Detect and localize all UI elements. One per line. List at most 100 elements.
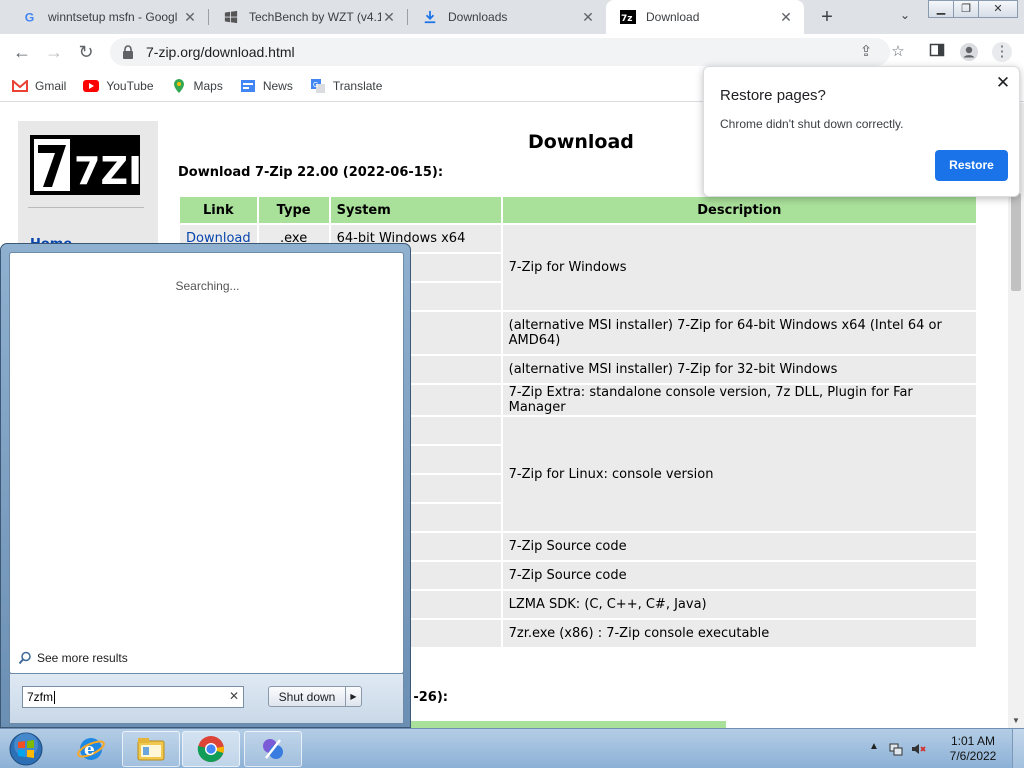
forward-button[interactable]: → [42,40,66,64]
restore-message: Chrome didn't shut down correctly. [720,117,904,131]
restore-pages-dialog: Restore pages? Chrome didn't shut down c… [703,66,1020,197]
bookmark-label: Gmail [35,78,67,93]
close-icon[interactable]: ✕ [993,73,1013,93]
tab-search-icon[interactable]: ⌄ [896,8,914,26]
back-button[interactable]: ← [10,40,34,64]
shutdown-label: Shut down [278,689,336,704]
description-cell: 7-Zip Source code [502,562,976,589]
description-cell: 7zr.exe (x86) : 7-Zip console executable [502,620,976,647]
bookmark-star-icon[interactable]: ☆ [888,42,908,62]
tab-techbench[interactable]: TechBench by WZT (v4.1. ✕ [209,0,407,34]
new-tab-button[interactable]: + [816,6,838,28]
7zip-favicon: 7z [620,9,636,25]
reload-button[interactable]: ↻ [74,40,98,64]
clock-time: 1:01 AM [950,734,996,748]
header-description: Description [502,197,976,223]
page-title: Download [528,131,634,153]
bookmark-label: Maps [193,78,223,93]
show-desktop-button[interactable] [1012,729,1024,768]
browser-toolbar: ← → ↻ 7-zip.org/download.html ⇪ ☆ ⋮ [0,34,1024,70]
shutdown-options-arrow-icon[interactable]: ▶ [345,687,361,706]
chrome-icon[interactable] [182,731,240,767]
internet-explorer-icon[interactable]: e [62,731,120,767]
profile-avatar-icon[interactable] [959,42,979,62]
close-tab-icon[interactable]: ✕ [381,9,397,26]
gmail-icon [12,78,28,94]
bookmark-label: YouTube [106,78,154,93]
clear-search-icon[interactable]: ✕ [229,689,239,703]
header-system: System [330,197,501,223]
system-clock[interactable]: 1:01 AM 7/6/2022 [940,734,1006,764]
sidebar-divider [28,207,144,208]
description-cell: 7-Zip Source code [502,533,976,560]
address-bar[interactable]: 7-zip.org/download.html [110,38,890,66]
start-menu-footer: 7zfm ✕ Shut down ▶ [9,674,404,724]
description-cell: 7-Zip for Linux: console version [502,417,976,531]
svg-text:G: G [25,10,35,24]
youtube-icon [83,78,100,94]
bookmark-translate[interactable]: G Translate [310,78,382,94]
tab-title: Download [646,10,700,24]
share-icon[interactable]: ⇪ [856,42,876,62]
tab-strip: G winntsetup msfn - Googl ✕ TechBench by… [0,0,1024,34]
start-menu-results-panel: Searching... See more results [9,252,404,674]
close-window-button[interactable]: ✕ [978,0,1018,18]
description-cell: (alternative MSI installer) 7-Zip for 64… [502,312,976,354]
tab-7zip-download[interactable]: 7z Download ✕ [606,0,804,34]
clock-date: 7/6/2022 [949,749,997,763]
windows-explorer-icon[interactable] [122,731,180,767]
scroll-thumb[interactable] [1011,193,1021,291]
tray-expand-arrow-icon[interactable]: ▲ [866,741,882,757]
start-search-input[interactable]: 7zfm ✕ [22,686,244,708]
header-type: Type [258,197,329,223]
minimize-button[interactable]: ▁ [928,0,954,18]
volume-muted-icon[interactable] [910,741,926,757]
tab-downloads[interactable]: Downloads ✕ [408,0,606,34]
bookmark-gmail[interactable]: Gmail [12,78,66,94]
network-icon[interactable] [888,741,904,757]
see-more-results-link[interactable]: See more results [18,651,128,665]
header-link: Link [180,197,257,223]
news-icon [240,78,256,94]
bookmark-youtube[interactable]: YouTube [83,78,154,94]
svg-text:7ZIP: 7ZIP [74,149,140,193]
google-g-icon: G [22,9,38,25]
download-heading: Download 7-Zip 22.00 (2022-06-15): [178,165,444,180]
tab-title: winntsetup msfn - Googl [48,10,178,24]
description-cell: 7-Zip for Windows [502,225,976,310]
svg-text:G: G [313,82,318,89]
scroll-down-arrow-icon[interactable]: ▼ [1008,714,1024,728]
see-more-label: See more results [37,651,128,665]
start-button[interactable] [8,731,44,767]
download-icon [422,9,438,25]
7zip-logo: 7ZIP [30,135,170,195]
bookmark-news[interactable]: News [240,78,293,94]
magnifier-icon [18,651,32,665]
url-text: 7-zip.org/download.html [146,44,295,60]
restore-button[interactable]: Restore [935,150,1008,181]
side-panel-icon[interactable] [927,42,947,62]
restore-title: Restore pages? [720,87,826,104]
close-tab-icon[interactable]: ✕ [580,9,596,26]
bookmark-maps[interactable]: Maps [171,78,223,94]
description-cell: 7-Zip Extra: standalone console version,… [502,385,976,415]
tab-title: Downloads [448,10,508,24]
restore-window-button[interactable]: ❐ [953,0,979,18]
close-tab-icon[interactable]: ✕ [182,9,198,26]
close-tab-icon[interactable]: ✕ [778,9,794,26]
table-header-row: Link Type System Description [180,197,976,223]
tab-google-search[interactable]: G winntsetup msfn - Googl ✕ [8,0,208,34]
menu-kebab-icon[interactable]: ⋮ [992,42,1012,62]
app-icon[interactable] [244,731,302,767]
shutdown-button[interactable]: Shut down ▶ [268,686,362,707]
taskbar: e ▲ 1:01 AM 7/6/2022 [0,728,1024,768]
bookmark-label: News [262,78,293,93]
tab-title: TechBench by WZT (v4.1. [249,10,381,24]
lock-icon[interactable] [122,45,136,59]
description-cell: LZMA SDK: (C, C++, C#, Java) [502,591,976,618]
text-cursor [54,690,56,704]
translate-icon: G [310,78,326,94]
search-status: Searching... [175,279,240,293]
svg-text:7z: 7z [621,14,633,24]
start-menu: Searching... See more results 7zfm ✕ Shu… [0,243,411,728]
